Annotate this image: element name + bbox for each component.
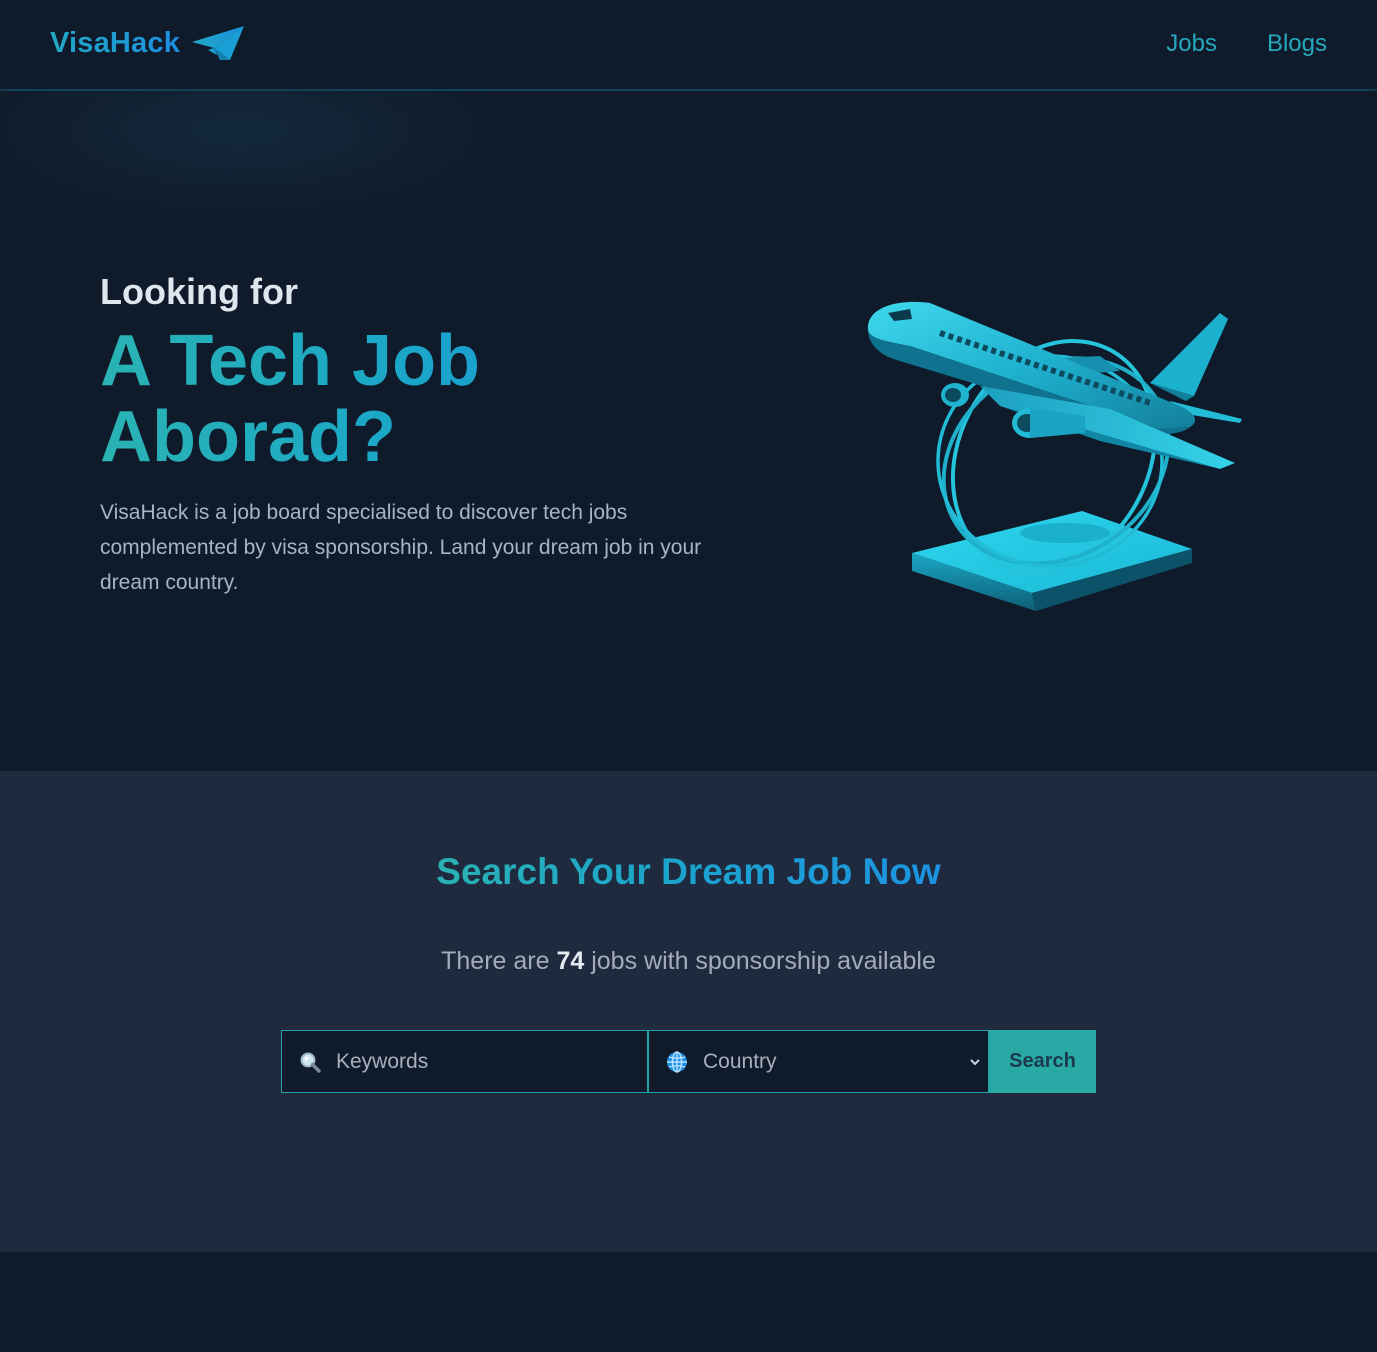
globe-icon [665,1050,689,1074]
keywords-field[interactable] [281,1030,648,1093]
hero-section: Looking for A Tech Job Aborad? VisaHack … [0,91,1377,771]
logo-link[interactable]: VisaHack [50,24,246,62]
search-button[interactable]: Search [989,1030,1096,1093]
main-nav: Jobs Blogs [1166,30,1327,58]
country-select[interactable]: Country [648,1030,989,1093]
jobs-count-text: There are 74 jobs with sponsorship avail… [0,947,1377,976]
chevron-down-icon [970,1058,980,1065]
search-heading: Search Your Dream Job Now [0,851,1377,893]
search-section: Search Your Dream Job Now There are 74 j… [0,771,1377,1252]
hero-intro: Looking for [100,271,298,312]
page-footer-area [0,1252,1377,1352]
jobs-count-prefix: There are [441,947,550,975]
hero-description: VisaHack is a job board specialised to d… [100,501,702,594]
logo-text: VisaHack [50,26,181,59]
jobs-count-number: 74 [556,947,585,975]
hero-glow [0,91,540,231]
jobs-count-suffix: jobs with sponsorship available [591,947,936,975]
search-heading-text: Search Your Dream Job Now [436,851,941,892]
job-search-form: Country Search [281,1030,1096,1093]
country-select-value: Country [703,1049,777,1073]
magnifier-icon [298,1050,322,1074]
paper-plane-icon [192,26,245,60]
airplane-trophy-illustration [867,301,1242,611]
nav-link-blogs[interactable]: Blogs [1267,30,1327,58]
hero-title: A Tech Job Aborad? [100,323,660,475]
keywords-input[interactable] [334,1048,634,1075]
nav-link-jobs[interactable]: Jobs [1166,30,1217,58]
top-navbar: VisaHack Jobs Blogs [0,0,1377,90]
